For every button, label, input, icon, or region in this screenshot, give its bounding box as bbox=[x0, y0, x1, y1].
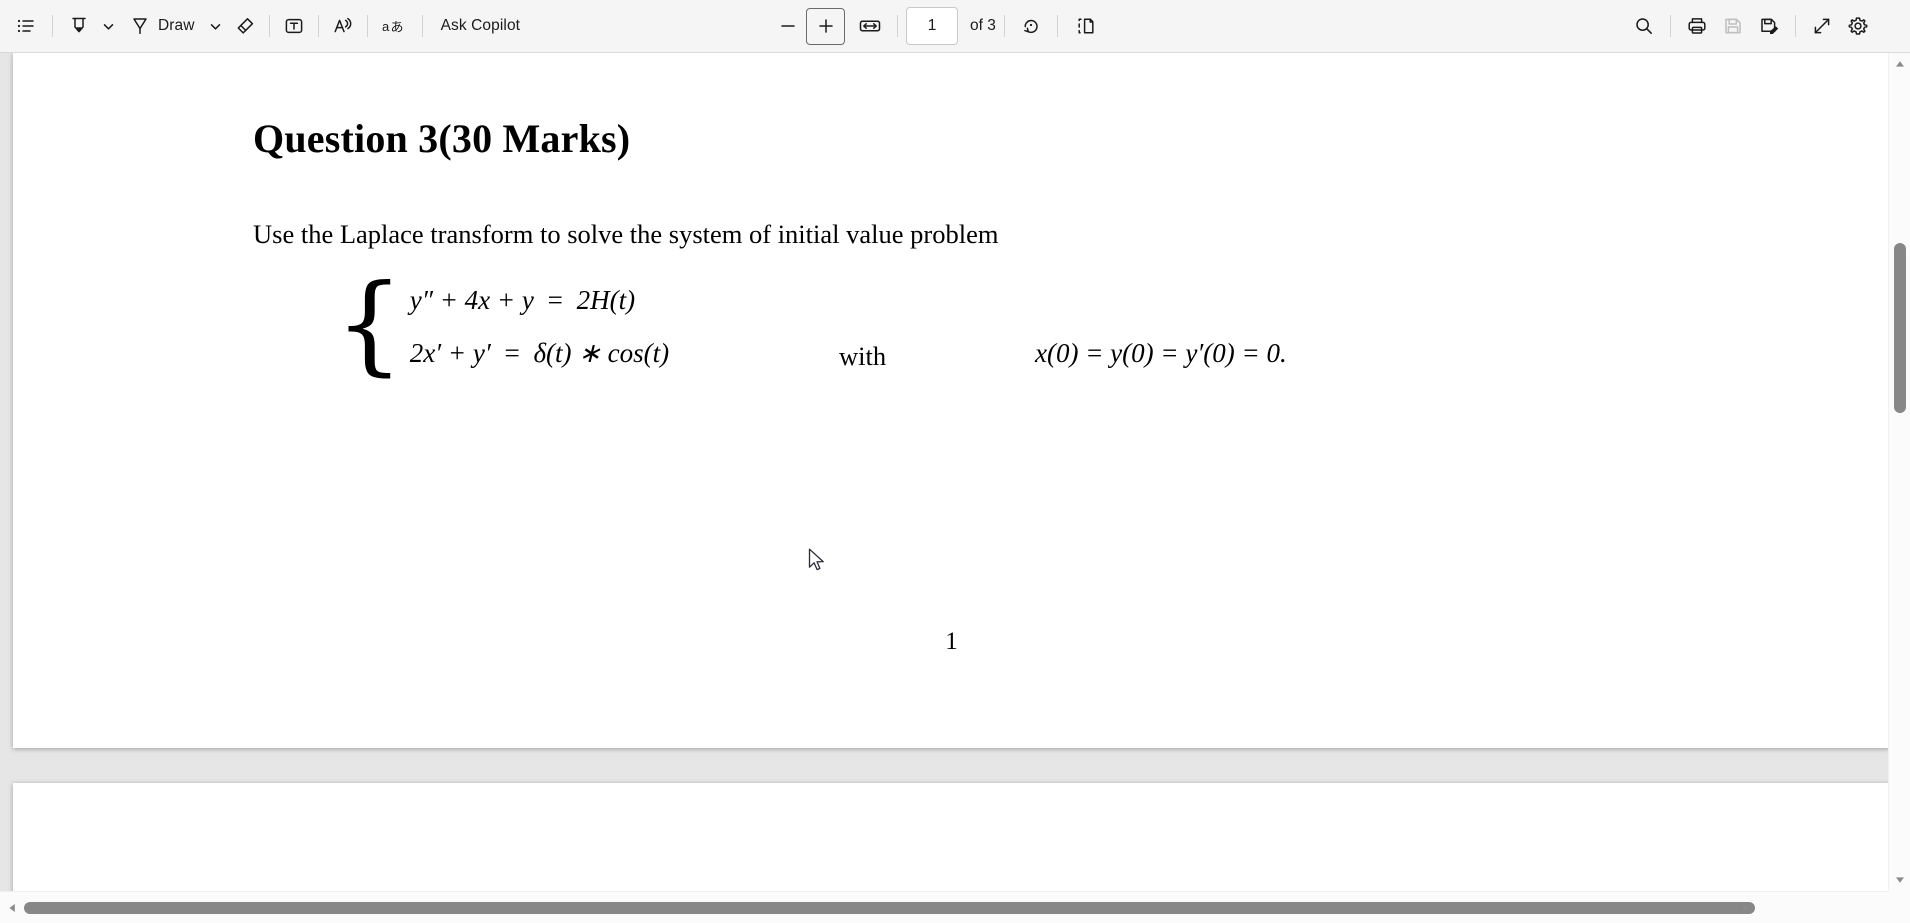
draw-label: Draw bbox=[158, 17, 195, 34]
svg-text:あ: あ bbox=[390, 21, 403, 36]
equation-list: y″ + 4x + y = 2H(t) 2x′ + y′ = δ(t) ∗ co… bbox=[410, 285, 669, 369]
equation-2-relation: = bbox=[504, 338, 520, 368]
equation-1-rhs: 2H(t) bbox=[576, 285, 636, 315]
text-box-icon bbox=[283, 15, 305, 37]
toolbar-right-group bbox=[1626, 8, 1876, 44]
toolbar-separator bbox=[366, 15, 368, 37]
svg-text:a: a bbox=[382, 19, 390, 34]
printer-icon bbox=[1686, 15, 1708, 37]
toolbar: Draw a あ Ask Copilot 1 of 3 bbox=[0, 0, 1910, 53]
eraser-icon bbox=[234, 15, 256, 37]
chevron-down-icon bbox=[209, 20, 222, 33]
page-1-content: Question 3(30 Marks) Use the Laplace tra… bbox=[13, 53, 1888, 748]
draw-button[interactable]: Draw bbox=[119, 8, 205, 44]
translate-button[interactable]: a あ bbox=[374, 8, 414, 44]
pen-icon bbox=[129, 15, 151, 37]
add-text-button[interactable] bbox=[276, 8, 312, 44]
pdf-viewer-window: Draw a あ Ask Copilot 1 of 3 Question 3(3… bbox=[0, 0, 1910, 923]
gear-icon bbox=[1847, 15, 1869, 37]
scroll-down-button[interactable] bbox=[1889, 869, 1910, 891]
highlight-options-button[interactable] bbox=[97, 8, 119, 44]
document-viewer[interactable]: Question 3(30 Marks) Use the Laplace tra… bbox=[0, 53, 1888, 891]
save-as-button[interactable] bbox=[1751, 8, 1787, 44]
settings-button[interactable] bbox=[1840, 8, 1876, 44]
highlight-button[interactable] bbox=[61, 8, 97, 44]
toolbar-separator bbox=[1056, 15, 1058, 37]
toolbar-separator bbox=[1003, 15, 1005, 37]
save-disk-icon bbox=[1722, 15, 1744, 37]
page-2-content bbox=[13, 783, 1888, 891]
toolbar-separator bbox=[52, 15, 53, 37]
initial-conditions: x(0) = y(0) = y′(0) = 0. bbox=[1035, 338, 1287, 368]
scroll-left-button[interactable] bbox=[0, 896, 24, 920]
save-button[interactable] bbox=[1715, 8, 1751, 44]
toolbar-separator bbox=[421, 15, 423, 37]
vertical-scrollbar[interactable] bbox=[1888, 53, 1910, 891]
search-button[interactable] bbox=[1626, 8, 1662, 44]
toolbar-separator bbox=[1670, 15, 1671, 37]
highlighter-icon bbox=[68, 15, 90, 37]
table-of-contents-button[interactable] bbox=[8, 8, 44, 44]
translate-icon: a あ bbox=[381, 15, 407, 37]
question-intro-text: Use the Laplace transform to solve the s… bbox=[253, 219, 999, 249]
document-page-2 bbox=[13, 783, 1888, 891]
fit-width-icon bbox=[858, 16, 882, 36]
fullscreen-button[interactable] bbox=[1804, 8, 1840, 44]
page-layout-icon bbox=[1073, 15, 1097, 37]
toolbar-center-group: of 3 bbox=[770, 7, 1104, 45]
draw-options-button[interactable] bbox=[205, 8, 227, 44]
equation-1-relation: = bbox=[547, 285, 563, 315]
with-label: with bbox=[839, 341, 887, 371]
table-of-contents-icon bbox=[16, 16, 36, 36]
rotate-button[interactable] bbox=[1013, 8, 1049, 44]
minus-icon bbox=[778, 16, 798, 36]
search-icon bbox=[1633, 15, 1655, 37]
equation-1-lhs: y″ + 4x + y bbox=[409, 285, 534, 315]
print-button[interactable] bbox=[1679, 8, 1715, 44]
question-heading: Question 3(30 Marks) bbox=[253, 116, 631, 161]
zoom-out-button[interactable] bbox=[770, 8, 806, 44]
toolbar-left-group: Draw a あ Ask Copilot bbox=[0, 8, 530, 44]
document-page-1: Question 3(30 Marks) Use the Laplace tra… bbox=[13, 53, 1888, 748]
document-page-number: 1 bbox=[945, 628, 958, 655]
equation-2-lhs: 2x′ + y′ bbox=[409, 338, 491, 368]
page-total-label: of 3 bbox=[970, 17, 996, 34]
ask-copilot-button[interactable]: Ask Copilot bbox=[431, 8, 531, 44]
zoom-in-button[interactable] bbox=[806, 7, 845, 45]
ask-copilot-label: Ask Copilot bbox=[440, 17, 521, 34]
scrollbar-corner bbox=[1888, 891, 1910, 923]
read-aloud-button[interactable] bbox=[325, 8, 361, 44]
horizontal-scrollbar[interactable] bbox=[0, 891, 1888, 923]
fit-to-width-button[interactable] bbox=[851, 8, 889, 44]
rotate-icon bbox=[1020, 15, 1042, 37]
scroll-right-button[interactable] bbox=[1734, 896, 1758, 920]
equation-2-rhs: δ(t) ∗ cos(t) bbox=[533, 338, 670, 368]
equation-row: 2x′ + y′ = δ(t) ∗ cos(t) bbox=[410, 338, 669, 369]
erase-button[interactable] bbox=[227, 8, 263, 44]
toolbar-separator bbox=[897, 15, 898, 37]
plus-icon bbox=[816, 16, 836, 36]
chevron-down-icon bbox=[102, 20, 115, 33]
vertical-scrollbar-thumb[interactable] bbox=[1894, 243, 1906, 413]
read-aloud-icon bbox=[332, 15, 354, 37]
page-number-input-wrap[interactable] bbox=[906, 7, 958, 45]
page-number-input[interactable] bbox=[907, 8, 957, 44]
equation-system: { y″ + 4x + y = 2H(t) 2x′ + y′ = δ(t) ∗ … bbox=[335, 262, 670, 387]
page-view-button[interactable] bbox=[1066, 8, 1104, 44]
toolbar-separator bbox=[268, 15, 270, 37]
save-edit-icon bbox=[1758, 15, 1780, 37]
toolbar-separator bbox=[1795, 15, 1796, 37]
equation-row: y″ + 4x + y = 2H(t) bbox=[410, 285, 669, 316]
toolbar-separator bbox=[317, 15, 319, 37]
horizontal-scrollbar-thumb[interactable] bbox=[24, 902, 1755, 914]
expand-diagonal-icon bbox=[1811, 15, 1833, 37]
scroll-up-button[interactable] bbox=[1889, 53, 1910, 75]
